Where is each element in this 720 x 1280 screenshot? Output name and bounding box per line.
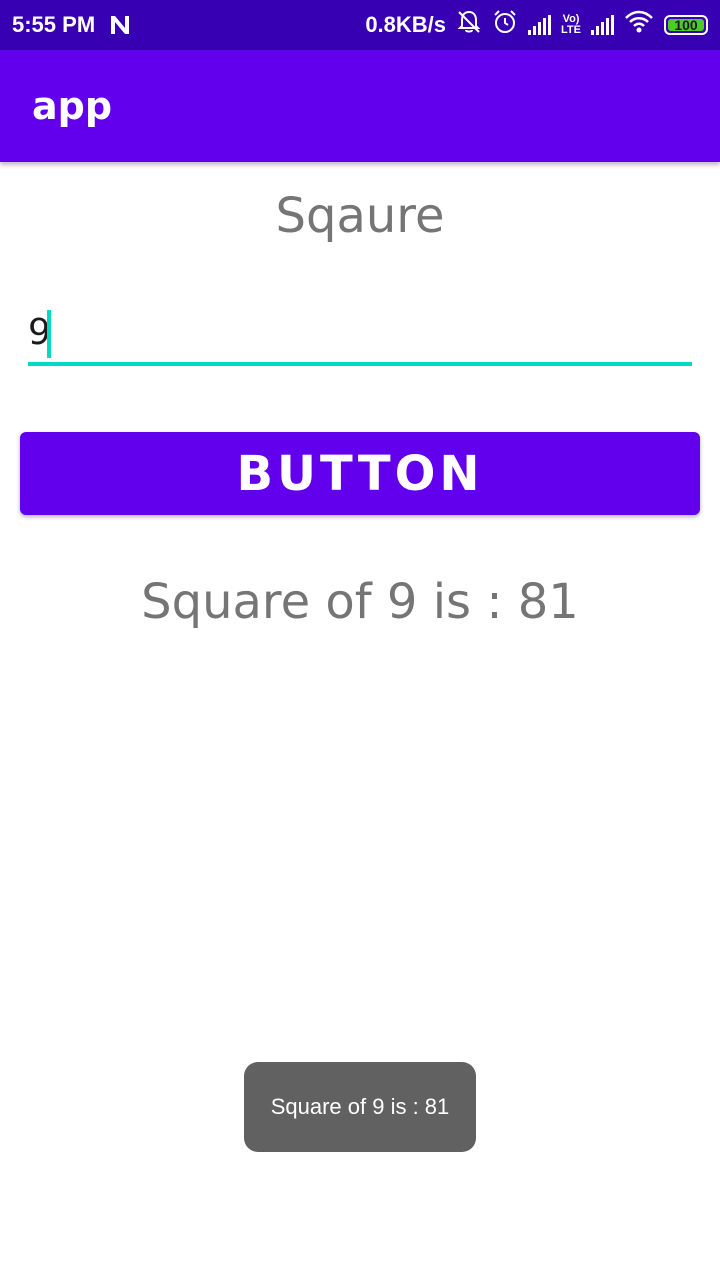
signal-icon [528,15,552,35]
status-bar: 5:55 PM 0.8KB/s Vo) LTE 100 [0,0,720,50]
battery-icon: 100 [664,15,708,35]
app-bar: app [0,50,720,162]
wifi-icon [624,10,654,40]
alarm-icon [492,9,518,41]
text-cursor [47,310,51,358]
app-title: app [32,84,113,128]
network-speed: 0.8KB/s [365,12,447,37]
square-button[interactable]: BUTTON [20,432,700,515]
signal-icon-2 [591,15,614,35]
status-time: 5:55 PM [12,12,96,37]
battery-level: 100 [674,17,698,33]
mute-bell-icon [456,9,482,41]
status-right: 0.8KB/s Vo) LTE 100 [365,9,708,41]
volte-icon: Vo) LTE [561,13,581,36]
page-heading: Sqaure [275,188,445,244]
notification-n-icon [107,12,133,38]
status-left: 5:55 PM [12,12,133,38]
toast-message: Square of 9 is : 81 [244,1062,476,1152]
result-text: Square of 9 is : 81 [141,574,579,630]
number-input[interactable]: 9 [28,300,692,366]
input-underline [28,362,692,366]
